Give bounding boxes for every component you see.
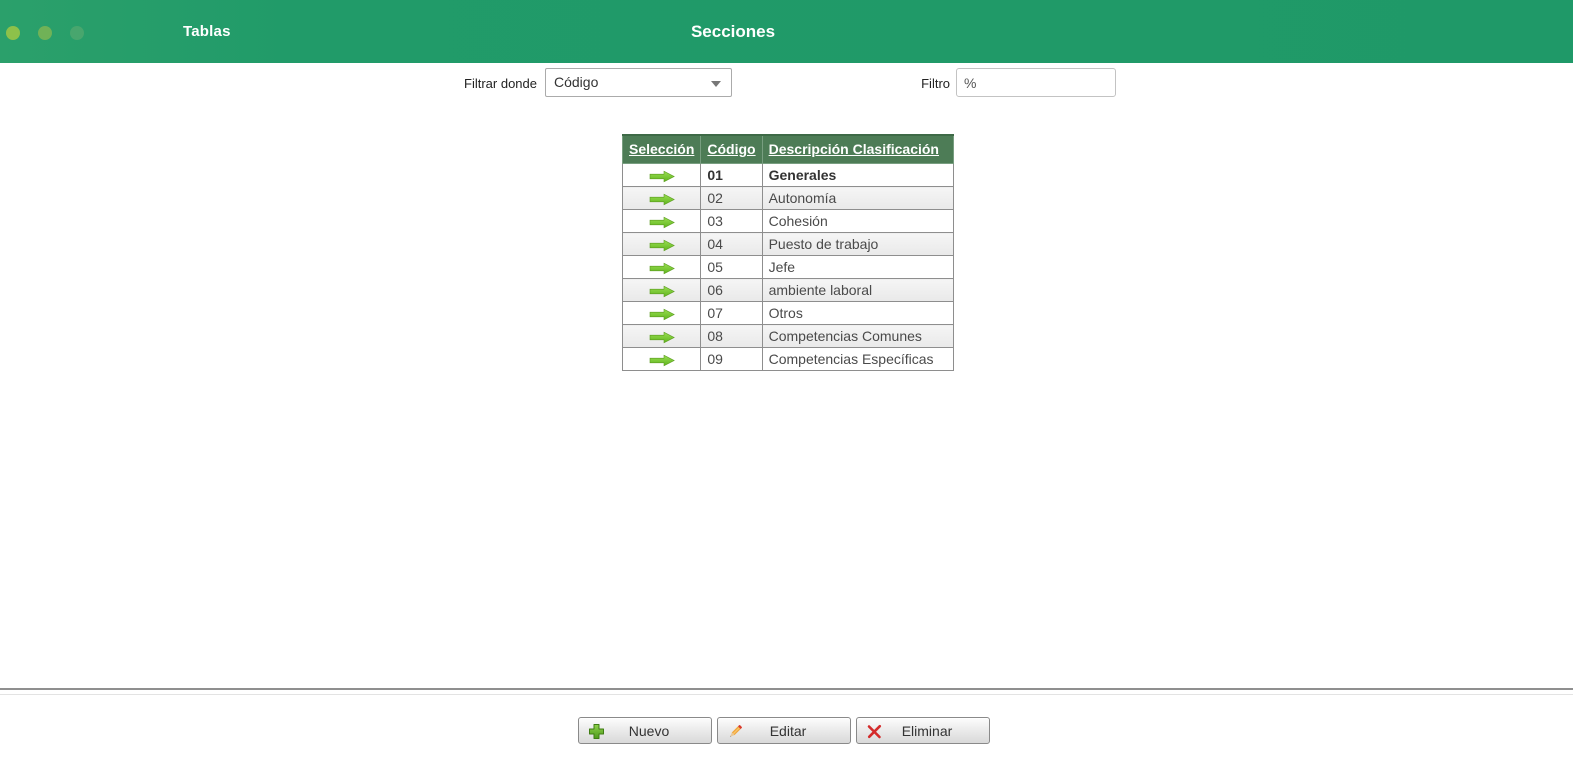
row-codigo: 07 <box>700 301 763 325</box>
column-header-codigo[interactable]: Código <box>700 134 763 164</box>
row-codigo: 09 <box>700 347 763 371</box>
select-arrow-icon[interactable] <box>648 170 676 183</box>
row-select-cell <box>621 324 702 348</box>
row-select-cell <box>621 209 702 233</box>
row-select-cell <box>621 278 702 302</box>
row-descripcion: Competencias Específicas <box>761 347 954 371</box>
column-header-seleccion[interactable]: Selección <box>621 134 702 164</box>
filter-where-select[interactable]: Código <box>545 68 732 97</box>
eliminar-button[interactable]: Eliminar <box>856 717 990 744</box>
app-title: Tablas <box>183 23 231 40</box>
select-arrow-icon[interactable] <box>648 239 676 252</box>
row-codigo: 02 <box>700 186 763 210</box>
window-dot-icon[interactable] <box>38 26 52 40</box>
page-title: Secciones <box>690 22 776 41</box>
row-select-cell <box>621 186 702 210</box>
table-row: 08 Competencias Comunes <box>621 324 954 348</box>
row-codigo: 03 <box>700 209 763 233</box>
table-row: 09 Competencias Específicas <box>621 347 954 371</box>
window-controls <box>6 26 84 40</box>
filter-value-input[interactable] <box>956 68 1116 97</box>
app-header: Tablas Secciones <box>0 0 1573 63</box>
pencil-icon <box>730 725 742 737</box>
row-descripcion: Otros <box>761 301 954 325</box>
row-select-cell <box>621 232 702 256</box>
editar-button[interactable]: Editar <box>717 717 851 744</box>
row-descripcion: Competencias Comunes <box>761 324 954 348</box>
column-header-descripcion[interactable]: Descripción Clasificación <box>761 134 954 164</box>
row-select-cell <box>621 347 702 371</box>
window-dot-icon[interactable] <box>70 26 84 40</box>
row-descripcion: Generales <box>761 163 954 187</box>
window-dot-icon[interactable] <box>6 26 20 40</box>
eliminar-button-label: Eliminar <box>901 722 953 739</box>
chevron-down-icon <box>711 81 721 87</box>
table-row: 03 Cohesión <box>621 209 954 233</box>
toolbar: Nuevo Editar Eliminar <box>578 717 990 744</box>
row-codigo: 05 <box>700 255 763 279</box>
table-row: 02 Autonomía <box>621 186 954 210</box>
nuevo-button-label: Nuevo <box>628 722 670 739</box>
footer-divider <box>0 688 1573 695</box>
secciones-table: Selección Código Descripción Clasificaci… <box>621 134 954 371</box>
row-descripcion: Puesto de trabajo <box>761 232 954 256</box>
table-row: 06 ambiente laboral <box>621 278 954 302</box>
table-row: 04 Puesto de trabajo <box>621 232 954 256</box>
select-arrow-icon[interactable] <box>648 193 676 206</box>
row-codigo: 06 <box>700 278 763 302</box>
table-row: 05 Jefe <box>621 255 954 279</box>
filter-value-label: Filtro <box>921 76 950 91</box>
row-codigo: 04 <box>700 232 763 256</box>
select-arrow-icon[interactable] <box>648 216 676 229</box>
select-arrow-icon[interactable] <box>648 354 676 367</box>
table-row: 01 Generales <box>621 163 954 187</box>
nuevo-button[interactable]: Nuevo <box>578 717 712 744</box>
row-descripcion: Autonomía <box>761 186 954 210</box>
row-descripcion: Jefe <box>761 255 954 279</box>
select-arrow-icon[interactable] <box>648 331 676 344</box>
row-codigo: 01 <box>700 163 763 187</box>
select-arrow-icon[interactable] <box>648 285 676 298</box>
table-header-row: Selección Código Descripción Clasificaci… <box>621 134 954 164</box>
row-descripcion: ambiente laboral <box>761 278 954 302</box>
row-codigo: 08 <box>700 324 763 348</box>
select-arrow-icon[interactable] <box>648 262 676 275</box>
filter-where-label: Filtrar donde <box>464 76 537 91</box>
x-icon <box>867 724 882 739</box>
row-select-cell <box>621 301 702 325</box>
table-row: 07 Otros <box>621 301 954 325</box>
row-select-cell <box>621 163 702 187</box>
table-body: 01 Generales 02 Autonomía 03 Cohesión 04… <box>621 163 954 371</box>
filter-where-selected-value: Código <box>554 74 599 90</box>
select-arrow-icon[interactable] <box>648 308 676 321</box>
editar-button-label: Editar <box>769 722 807 739</box>
row-select-cell <box>621 255 702 279</box>
plus-icon <box>589 724 604 739</box>
row-descripcion: Cohesión <box>761 209 954 233</box>
